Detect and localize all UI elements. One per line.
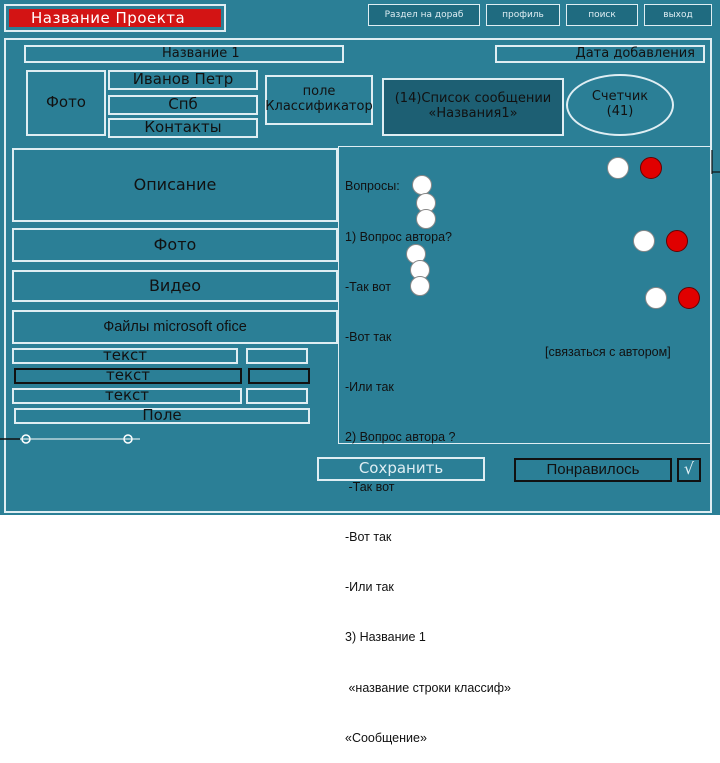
nav-profile[interactable]: профиль	[486, 4, 560, 26]
dislike-dot[interactable]	[666, 230, 688, 252]
save-button[interactable]: Сохранить	[317, 457, 485, 481]
dislike-dot[interactable]	[640, 157, 662, 179]
text-row-1: текст	[12, 347, 238, 364]
author-city: Спб	[108, 95, 258, 115]
message-line: «Сообщение»	[345, 730, 427, 745]
description-box: Описание	[12, 148, 338, 222]
files-box[interactable]: Файлы microsoft ofice	[12, 310, 338, 344]
video-box[interactable]: Видео	[12, 270, 338, 302]
answer-line: -Так вот	[345, 279, 392, 294]
project-title: Название Проекта	[9, 9, 221, 27]
text-row-3-value[interactable]	[246, 388, 308, 404]
item-name: Название 1	[24, 45, 344, 63]
counter-badge: Счетчик (41)	[566, 74, 674, 136]
author-photo: Фото	[26, 70, 106, 136]
text-row-2: текст	[14, 367, 242, 384]
vote-option[interactable]	[412, 175, 432, 195]
photo-box[interactable]: Фото	[12, 228, 338, 262]
edge-marker	[711, 150, 720, 174]
date-added: Дата добавления	[495, 45, 705, 63]
text-row-1-value[interactable]	[246, 348, 308, 364]
answer-line: -Или так	[345, 580, 394, 595]
nav-search[interactable]: поиск	[566, 4, 638, 26]
question-list: Вопросы: 1) Вопрос автора? -Так вот -Вот…	[345, 145, 545, 763]
answer-line: -Вот так	[345, 530, 392, 545]
question-2: 2) Вопрос автора ?	[345, 429, 456, 444]
nav-in-progress[interactable]: Раздел на дораб	[368, 4, 480, 26]
contact-author-link[interactable]: [связаться с автором]	[545, 345, 671, 359]
classifier-field[interactable]: поле Классификатор	[265, 75, 373, 125]
answer-line: -Вот так	[345, 329, 392, 344]
like-checkbox[interactable]: √	[677, 458, 701, 482]
classifier-line: «название строки классиф»	[345, 680, 512, 695]
questions-heading: Вопросы:	[345, 179, 400, 194]
vote-option[interactable]	[416, 209, 436, 229]
author-name[interactable]: Иванов Петр	[108, 70, 258, 90]
text-row-3: текст	[12, 387, 242, 404]
vote-option[interactable]	[410, 276, 430, 296]
like-button[interactable]: Понравилось	[514, 458, 672, 482]
like-dot[interactable]	[607, 157, 629, 179]
nav-logout[interactable]: выход	[644, 4, 712, 26]
question-3: 3) Название 1	[345, 630, 426, 645]
like-dot[interactable]	[633, 230, 655, 252]
answer-line: -Или так	[345, 379, 394, 394]
text-row-2-value[interactable]	[248, 368, 310, 384]
field-box[interactable]: Поле	[14, 407, 310, 424]
like-dot[interactable]	[645, 287, 667, 309]
question-1: 1) Вопрос автора?	[345, 229, 452, 244]
dislike-dot[interactable]	[678, 287, 700, 309]
author-contacts[interactable]: Контакты	[108, 118, 258, 138]
connector-line	[0, 434, 140, 444]
messages-list-title[interactable]: (14)Список сообщении «Названия1»	[382, 78, 564, 136]
project-title-box: Название Проекта	[4, 4, 226, 32]
